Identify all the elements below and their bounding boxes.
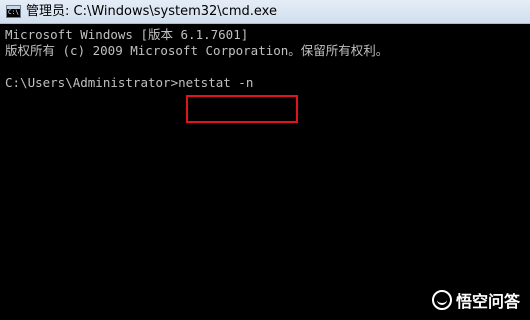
- cmd-icon-text: C:\: [8, 9, 19, 16]
- command-highlight-box: [186, 95, 298, 123]
- console-area[interactable]: Microsoft Windows [版本 6.1.7601] 版权所有 (c)…: [0, 24, 530, 320]
- wukong-logo-icon: [431, 290, 452, 310]
- watermark-text: 悟空问答: [455, 292, 520, 311]
- watermark: 悟空问答: [431, 288, 520, 312]
- console-version-line: Microsoft Windows [版本 6.1.7601]: [5, 27, 249, 42]
- console-prompt-line: C:\Users\Administrator>netstat -n: [5, 75, 253, 91]
- title-bar[interactable]: C:\ 管理员: C:\Windows\system32\cmd.exe: [0, 0, 530, 24]
- cmd-icon[interactable]: C:\: [6, 5, 21, 18]
- window-title: 管理员: C:\Windows\system32\cmd.exe: [26, 4, 277, 19]
- typed-command[interactable]: netstat -n: [178, 75, 253, 90]
- command-prompt: C:\Users\Administrator>: [5, 75, 179, 90]
- console-copyright-line: 版权所有 (c) 2009 Microsoft Corporation。保留所有…: [5, 43, 389, 58]
- cmd-window: C:\ 管理员: C:\Windows\system32\cmd.exe Mic…: [0, 0, 530, 320]
